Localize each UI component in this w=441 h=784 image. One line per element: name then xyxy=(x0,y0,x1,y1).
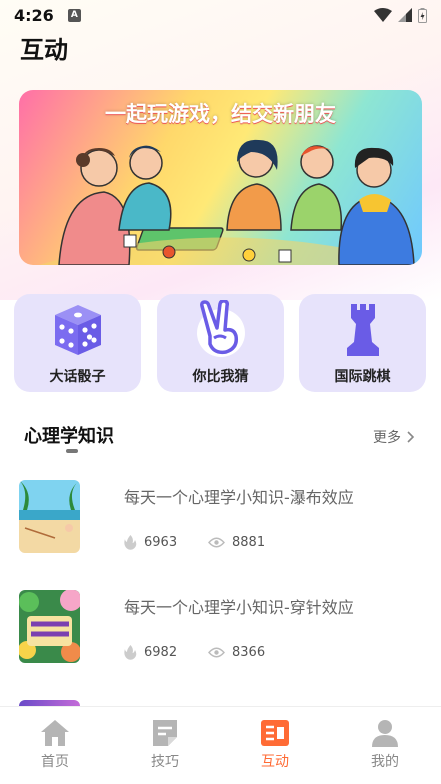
game-card-guess[interactable]: 你比我猜 xyxy=(157,294,284,392)
game-label-dice: 大话骰子 xyxy=(49,369,106,385)
game-card-checkers[interactable]: 国际跳棋 xyxy=(299,294,426,392)
tab-tips[interactable]: 技巧 xyxy=(135,719,195,771)
eye-icon xyxy=(208,537,225,548)
tab-interact[interactable]: 互动 xyxy=(245,719,305,771)
dice-icon xyxy=(43,298,113,362)
article-title: 每天一个心理学小知识-瀑布效应 xyxy=(124,488,354,507)
eye-icon xyxy=(208,647,225,658)
signal-icon xyxy=(398,8,412,22)
chevron-right-icon xyxy=(407,431,415,443)
tips-icon xyxy=(153,720,177,746)
view-count: 8366 xyxy=(208,645,265,660)
tab-interact-label: 互动 xyxy=(261,754,289,770)
list-item[interactable]: 每天一个心理学小知识-瀑布效应 6963 8881 xyxy=(19,480,419,555)
views-value: 8881 xyxy=(232,535,266,550)
status-time: 4:26 xyxy=(14,5,54,25)
chess-rook-icon xyxy=(328,298,398,362)
flame-icon xyxy=(124,645,137,660)
view-count: 8881 xyxy=(208,535,265,550)
tab-home-label: 首页 xyxy=(41,754,69,770)
game-label-guess: 你比我猜 xyxy=(192,369,249,385)
game-label-checkers: 国际跳棋 xyxy=(334,369,391,385)
victory-hand-icon xyxy=(186,298,256,362)
hot-count: 6982 xyxy=(124,645,177,660)
banner-illustration xyxy=(39,139,419,265)
tab-tips-label: 技巧 xyxy=(151,754,179,770)
notification-a-icon: A xyxy=(67,8,81,22)
game-card-dice[interactable]: 大话骰子 xyxy=(14,294,141,392)
article-title: 每天一个心理学小知识-穿针效应 xyxy=(124,598,354,617)
interact-icon xyxy=(261,720,289,746)
home-icon xyxy=(41,720,69,746)
wifi-icon xyxy=(374,8,392,22)
more-link[interactable]: 更多 xyxy=(373,427,415,447)
hot-count: 6963 xyxy=(124,535,177,550)
page-title: 互动 xyxy=(20,36,68,64)
views-value: 8366 xyxy=(232,645,266,660)
hot-value: 6963 xyxy=(144,535,178,550)
bottom-tab-bar: 首页 技巧 互动 我的 xyxy=(0,706,441,784)
article-thumbnail xyxy=(19,590,80,663)
status-bar: 4:26 A xyxy=(0,0,441,30)
tab-profile[interactable]: 我的 xyxy=(355,719,415,771)
article-thumbnail xyxy=(19,480,80,553)
promo-banner[interactable]: 一起玩游戏，结交新朋友 xyxy=(19,90,422,265)
flame-icon xyxy=(124,535,137,550)
battery-icon xyxy=(418,7,427,23)
profile-icon xyxy=(372,720,398,747)
tab-profile-label: 我的 xyxy=(371,754,399,770)
section-indicator xyxy=(66,449,78,453)
more-label: 更多 xyxy=(373,430,401,446)
list-item[interactable]: 每天一个心理学小知识-穿针效应 6982 8366 xyxy=(19,590,419,665)
game-cards: 大话骰子 你比我猜 国际跳棋 xyxy=(14,294,426,392)
section-title: 心理学知识 xyxy=(24,426,114,447)
hot-value: 6982 xyxy=(144,645,178,660)
tab-home[interactable]: 首页 xyxy=(25,719,85,771)
